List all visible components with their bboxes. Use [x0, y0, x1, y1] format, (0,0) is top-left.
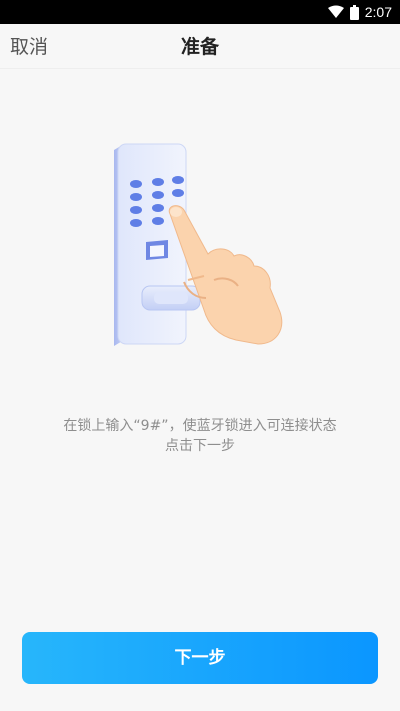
status-icons: 2:07	[327, 3, 392, 21]
wifi-icon	[327, 5, 344, 18]
header: 取消 准备	[0, 24, 400, 69]
battery-icon	[349, 4, 359, 20]
instruction-line-1: 在锁上输入“9#”，使蓝牙锁进入可连接状态	[63, 418, 337, 434]
instruction-text: 在锁上输入“9#”，使蓝牙锁进入可连接状态 点击下一步	[20, 416, 380, 456]
instruction-line-2: 点击下一步	[165, 438, 235, 454]
status-time: 2:07	[364, 4, 392, 20]
screen: 2:07 取消 准备 在锁上输入“9#”，使蓝牙锁进入可连接状态 点击下一步 下…	[0, 0, 400, 711]
next-step-button[interactable]: 下一步	[22, 632, 378, 684]
smart-lock-with-hand-icon	[114, 143, 283, 346]
page-title: 准备	[180, 36, 219, 58]
status-bar: 2:07	[0, 0, 400, 24]
